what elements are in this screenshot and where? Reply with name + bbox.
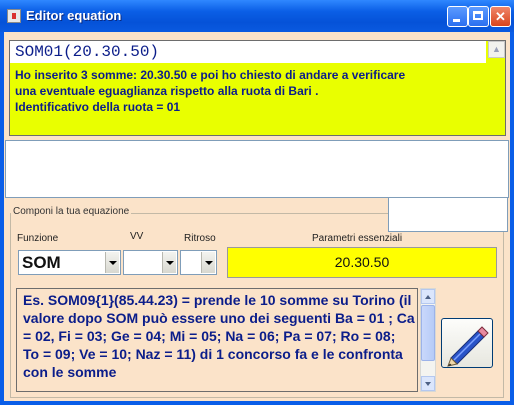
window-title: Editor equation: [26, 8, 122, 23]
ritroso-label: Ritroso: [184, 233, 216, 244]
minimize-button[interactable]: [447, 6, 468, 27]
formula-line[interactable]: SOM01(20.30.50): [10, 41, 486, 63]
app-icon: [7, 9, 21, 23]
composer-group-title: Componi la tua equazione: [11, 206, 132, 217]
help-text: Es. SOM09{1}(85.44.23) = prende le 10 so…: [23, 292, 415, 380]
formula-editor[interactable]: SOM01(20.30.50) Ho inserito 3 somme: 20.…: [9, 40, 506, 136]
vv-select[interactable]: [123, 250, 178, 275]
close-icon: ✕: [495, 9, 506, 24]
scroll-up-icon[interactable]: ▲: [488, 41, 505, 58]
funzione-select[interactable]: SOM: [18, 250, 121, 275]
formula-description: Ho inserito 3 somme: 20.30.50 e poi ho c…: [15, 68, 406, 114]
chevron-down-icon[interactable]: [201, 252, 215, 273]
parametri-field[interactable]: 20.30.50: [227, 247, 497, 278]
ritroso-select[interactable]: [180, 250, 217, 275]
chevron-down-icon[interactable]: [162, 252, 176, 273]
help-text-box[interactable]: Es. SOM09{1}(85.44.23) = prende le 10 so…: [16, 288, 418, 392]
scroll-up-icon[interactable]: [421, 289, 435, 304]
help-scrollbar[interactable]: [420, 288, 436, 392]
close-button[interactable]: ✕: [490, 6, 511, 27]
edit-button[interactable]: [441, 318, 493, 368]
formula-expression: SOM01(20.30.50): [15, 43, 160, 61]
chevron-down-icon[interactable]: [105, 252, 119, 273]
vv-label: VV: [130, 231, 144, 242]
overlay-box: [388, 197, 508, 232]
funzione-label: Funzione: [17, 233, 59, 244]
scrollbar-thumb[interactable]: [421, 305, 435, 361]
title-bar[interactable]: Editor equation ✕: [0, 0, 514, 32]
parametri-label: Parametri essenziali: [312, 233, 403, 244]
maximize-button[interactable]: [468, 6, 489, 27]
scroll-down-icon[interactable]: [421, 376, 435, 391]
funzione-value: SOM: [22, 253, 61, 272]
pencil-icon: [447, 326, 489, 367]
minimize-icon: [453, 19, 460, 22]
maximize-icon: [473, 11, 483, 20]
client-area: SOM01(20.30.50) Ho inserito 3 somme: 20.…: [4, 32, 510, 401]
editor-window: Editor equation ✕ SOM01(20.30.50) Ho ins…: [0, 0, 514, 405]
parametri-value: 20.30.50: [334, 254, 390, 270]
output-panel: [5, 140, 509, 198]
